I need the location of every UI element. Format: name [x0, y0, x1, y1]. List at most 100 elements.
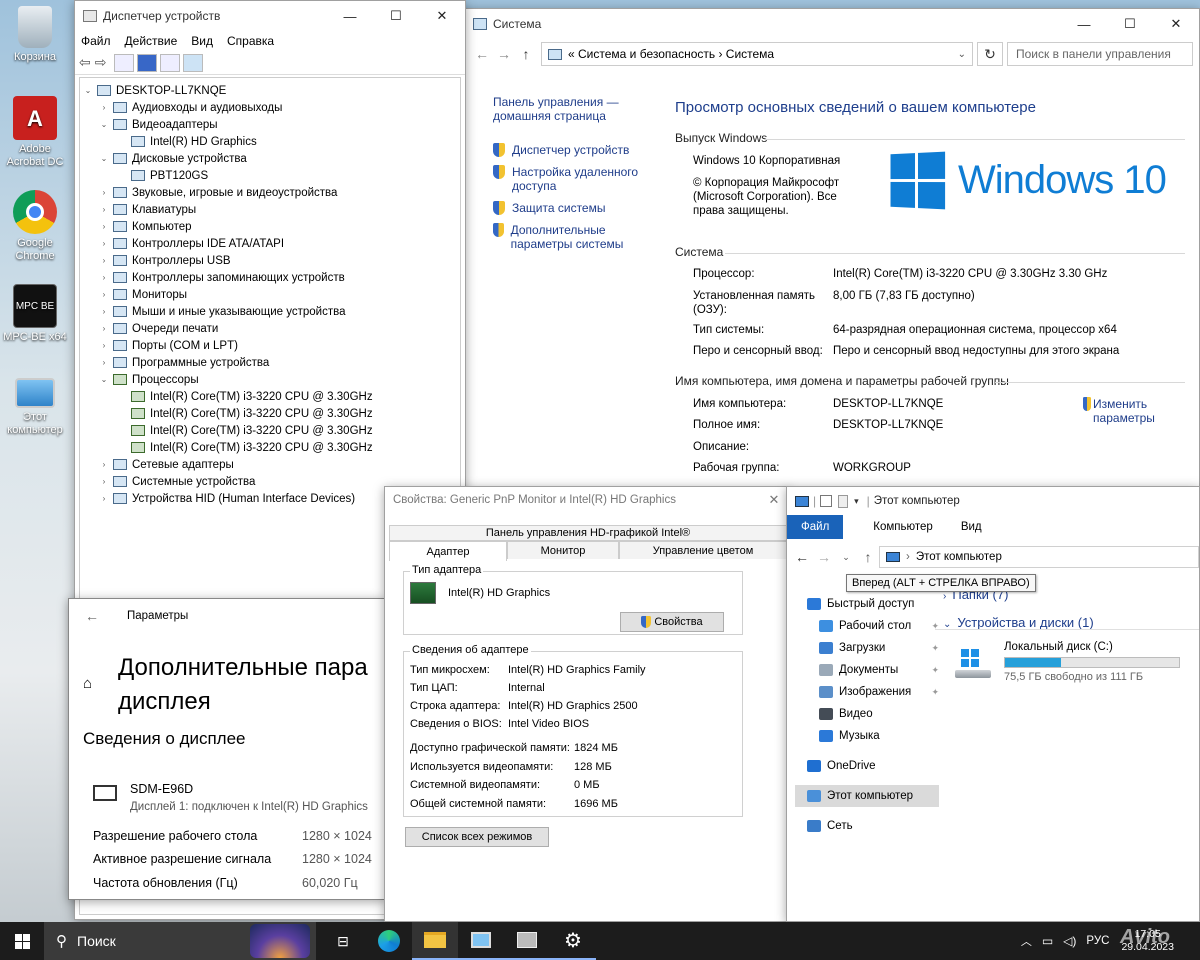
- back-arrow-icon[interactable]: ←: [85, 608, 99, 624]
- chevron-down-icon[interactable]: ⌄: [98, 154, 110, 163]
- left-link-text[interactable]: Защита системы: [512, 201, 605, 215]
- chevron-right-icon[interactable]: ›: [98, 205, 110, 214]
- tree-item[interactable]: ⌄ Видеоадаптеры: [82, 116, 458, 133]
- menu-view[interactable]: Вид: [191, 34, 213, 48]
- chevron-right-icon[interactable]: ›: [98, 103, 110, 112]
- minimize-button[interactable]: —: [1061, 9, 1107, 39]
- left-link-text[interactable]: Настройка удаленного доступа: [512, 165, 642, 193]
- tree-item[interactable]: › Аудиовходы и аудиовыходы: [82, 99, 458, 116]
- chevron-down-icon[interactable]: ⌄: [98, 375, 110, 384]
- tree-item[interactable]: › Порты (COM и LPT): [82, 337, 458, 354]
- chevron-right-icon[interactable]: ›: [98, 324, 110, 333]
- nav-item[interactable]: Быстрый доступ: [795, 593, 939, 615]
- start-button[interactable]: [0, 922, 44, 960]
- up-button[interactable]: ↑: [857, 549, 879, 565]
- tree-item[interactable]: Intel(R) HD Graphics: [82, 133, 458, 150]
- left-link-advanced[interactable]: Дополнительные параметры системы: [493, 223, 643, 251]
- ribbon-computer[interactable]: Компьютер: [843, 515, 947, 539]
- tree-item[interactable]: ⌄ Дисковые устройства: [82, 150, 458, 167]
- left-link-device-manager[interactable]: Диспетчер устройств: [493, 143, 643, 157]
- ribbon-file[interactable]: Файл: [787, 515, 844, 539]
- up-button[interactable]: ↑: [515, 46, 537, 62]
- tab-adapter[interactable]: Адаптер: [389, 541, 507, 561]
- chevron-right-icon[interactable]: ›: [98, 239, 110, 248]
- new-folder-icon[interactable]: [838, 494, 849, 508]
- tree-item[interactable]: › Контроллеры USB: [82, 252, 458, 269]
- maximize-button[interactable]: ☐: [1107, 9, 1153, 39]
- chevron-down-icon[interactable]: ▾: [854, 496, 859, 507]
- taskbar-search[interactable]: ⚲ Поиск: [44, 922, 316, 960]
- chevron-right-icon[interactable]: ›: [98, 290, 110, 299]
- left-link-remote[interactable]: Настройка удаленного доступа: [493, 165, 643, 193]
- back-button[interactable]: ←: [791, 549, 813, 565]
- home-icon[interactable]: ⌂: [83, 675, 92, 692]
- properties-icon[interactable]: [160, 53, 181, 72]
- properties-icon[interactable]: [820, 495, 833, 507]
- nav-item[interactable]: Этот компьютер: [795, 785, 939, 807]
- chevron-right-icon[interactable]: ›: [98, 341, 110, 350]
- pin-icon[interactable]: ✦: [931, 643, 939, 654]
- network-icon[interactable]: ▭: [1042, 934, 1053, 948]
- close-button[interactable]: ✕: [419, 1, 465, 31]
- tree-item[interactable]: › Очереди печати: [82, 320, 458, 337]
- tree-item[interactable]: › Контроллеры IDE ATA/ATAPI: [82, 235, 458, 252]
- left-link-text[interactable]: Дополнительные параметры системы: [511, 223, 643, 251]
- chevron-right-icon[interactable]: ›: [98, 494, 110, 503]
- nav-item[interactable]: Видео: [795, 703, 939, 725]
- language-indicator[interactable]: РУС: [1086, 935, 1109, 947]
- chevron-down-icon[interactable]: ⌄: [958, 49, 966, 60]
- chevron-right-icon[interactable]: ›: [98, 188, 110, 197]
- control-panel-search-input[interactable]: Поиск в панели управления: [1007, 42, 1193, 66]
- chevron-right-icon[interactable]: ›: [98, 222, 110, 231]
- nav-item[interactable]: Загрузки ✦: [795, 637, 939, 659]
- menu-action[interactable]: Действие: [125, 34, 178, 48]
- chevron-right-icon[interactable]: ›: [98, 477, 110, 486]
- back-button[interactable]: ←: [471, 46, 493, 62]
- ribbon-view[interactable]: Вид: [947, 515, 996, 539]
- forward-button[interactable]: →: [813, 549, 835, 565]
- control-panel-button[interactable]: [458, 922, 504, 960]
- chevron-right-icon[interactable]: ›: [98, 307, 110, 316]
- forward-arrow-icon[interactable]: ⇨: [95, 54, 107, 71]
- refresh-button[interactable]: ↻: [977, 42, 1003, 66]
- edge-button[interactable]: [366, 922, 412, 960]
- menu-help[interactable]: Справка: [227, 34, 274, 48]
- desktop-icon-this-pc[interactable]: Этот компьютер: [2, 378, 68, 437]
- desktop-icon-mpc[interactable]: MPC BE MPC-BE x64: [2, 284, 68, 344]
- tab-color-management[interactable]: Управление цветом: [619, 541, 787, 559]
- recent-locations-icon[interactable]: ⌄: [835, 552, 857, 563]
- desktop-icon-recycle-bin[interactable]: Корзина: [2, 6, 68, 64]
- tree-item[interactable]: › Компьютер: [82, 218, 458, 235]
- left-link-protection[interactable]: Защита системы: [493, 201, 643, 215]
- chevron-down-icon[interactable]: ⌄: [98, 120, 110, 129]
- pin-icon[interactable]: ✦: [931, 665, 939, 676]
- settings-button[interactable]: ⚙: [550, 922, 596, 960]
- tree-item[interactable]: ⌄ Процессоры: [82, 371, 458, 388]
- local-disk-c[interactable]: Локальный диск (C:) 75,5 ГБ свободно из …: [953, 639, 1197, 685]
- chevron-up-icon[interactable]: ︿: [1021, 933, 1032, 949]
- tab-monitor[interactable]: Монитор: [507, 541, 619, 559]
- close-button[interactable]: ✕: [759, 487, 789, 513]
- tree-item[interactable]: › Контроллеры запоминающих устройств: [82, 269, 458, 286]
- chevron-right-icon[interactable]: ›: [98, 358, 110, 367]
- chevron-right-icon[interactable]: ›: [98, 273, 110, 282]
- tree-item[interactable]: Intel(R) Core(TM) i3-3220 CPU @ 3.30GHz: [82, 439, 458, 456]
- nav-item[interactable]: OneDrive: [795, 755, 939, 777]
- device-manager-taskbar-button[interactable]: [504, 922, 550, 960]
- desktop-icon-chrome[interactable]: Google Chrome: [2, 190, 68, 263]
- nav-item[interactable]: Изображения ✦: [795, 681, 939, 703]
- nav-item[interactable]: Рабочий стол ✦: [795, 615, 939, 637]
- change-settings-link[interactable]: Изменить параметры: [1083, 397, 1173, 425]
- chevron-right-icon[interactable]: ›: [98, 256, 110, 265]
- tree-item[interactable]: › Звуковые, игровые и видеоустройства: [82, 184, 458, 201]
- maximize-button[interactable]: ☐: [373, 1, 419, 31]
- devices-group[interactable]: ⌄ Устройства и диски (1): [943, 615, 1094, 630]
- menu-file[interactable]: Файл: [81, 34, 111, 48]
- change-settings-text[interactable]: Изменить параметры: [1093, 397, 1173, 425]
- tree-item[interactable]: Intel(R) Core(TM) i3-3220 CPU @ 3.30GHz: [82, 388, 458, 405]
- tree-root[interactable]: ⌄ DESKTOP-LL7KNQE: [82, 82, 458, 99]
- nav-item[interactable]: Сеть: [795, 815, 939, 837]
- nav-item[interactable]: Документы ✦: [795, 659, 939, 681]
- left-link-text[interactable]: Диспетчер устройств: [512, 143, 629, 157]
- task-view-button[interactable]: ⊟: [320, 922, 366, 960]
